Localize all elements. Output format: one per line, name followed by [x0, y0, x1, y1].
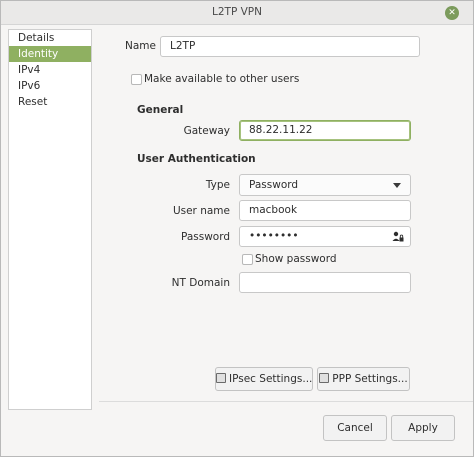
username-label: User name: [172, 205, 230, 217]
show-password-checkbox[interactable]: [242, 254, 253, 265]
cancel-button[interactable]: Cancel: [323, 415, 387, 441]
chevron-down-icon: [393, 183, 401, 188]
gateway-field[interactable]: 88.22.11.22: [239, 120, 411, 141]
general-heading: General: [137, 104, 184, 116]
title-bar: L2TP VPN ✕: [1, 1, 473, 25]
type-dropdown-value: Password: [249, 179, 299, 191]
ppp-settings-label: PPP Settings...: [332, 373, 408, 385]
password-value: ••••••••: [249, 230, 299, 242]
window-title: L2TP VPN: [212, 6, 262, 18]
sidebar-item-ipv6[interactable]: IPv6: [9, 78, 91, 94]
type-dropdown[interactable]: Password: [239, 174, 411, 196]
ipsec-settings-label: IPsec Settings...: [229, 373, 313, 385]
ppp-settings-button[interactable]: PPP Settings...: [317, 367, 410, 391]
sidebar-item-reset[interactable]: Reset: [9, 94, 91, 110]
password-label: Password: [180, 231, 230, 243]
settings-icon: [319, 373, 330, 383]
make-available-label[interactable]: Make available to other users: [144, 73, 299, 85]
footer-separator: [99, 401, 473, 402]
password-field[interactable]: ••••••••: [239, 226, 411, 247]
username-field[interactable]: macbook: [239, 200, 411, 221]
sidebar-item-ipv4[interactable]: IPv4: [9, 62, 91, 78]
nt-domain-field[interactable]: [239, 272, 411, 293]
close-icon[interactable]: ✕: [445, 6, 459, 20]
name-field[interactable]: L2TP: [160, 36, 420, 57]
sidebar-item-identity[interactable]: Identity: [9, 46, 91, 62]
nt-domain-label: NT Domain: [171, 277, 230, 289]
settings-icon: [216, 373, 226, 383]
vpn-dialog-window: L2TP VPN ✕ Details Identity IPv4 IPv6 Re…: [0, 0, 474, 457]
sidebar: Details Identity IPv4 IPv6 Reset: [8, 29, 92, 410]
gateway-label: Gateway: [183, 125, 230, 137]
apply-button[interactable]: Apply: [391, 415, 455, 441]
name-label: Name: [125, 40, 156, 52]
user-authentication-heading: User Authentication: [137, 153, 256, 165]
sidebar-item-details[interactable]: Details: [9, 30, 91, 46]
user-lock-icon[interactable]: [392, 231, 404, 243]
ipsec-settings-button[interactable]: IPsec Settings...: [215, 367, 313, 391]
make-available-checkbox[interactable]: [131, 74, 142, 85]
type-label: Type: [205, 179, 230, 191]
show-password-label[interactable]: Show password: [255, 253, 337, 265]
